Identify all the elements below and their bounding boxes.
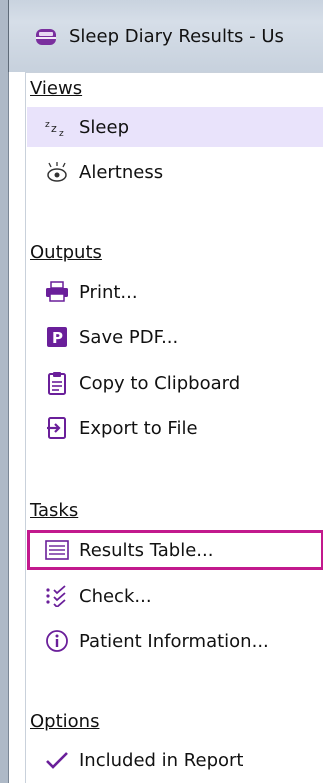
clipboard-icon: [45, 371, 69, 395]
check-list-icon: [45, 584, 69, 608]
output-item-print[interactable]: Print...: [27, 272, 323, 312]
output-item-label: Export to File: [79, 417, 198, 439]
svg-text:P: P: [52, 329, 63, 347]
printer-icon: [45, 280, 69, 304]
table-icon: [45, 538, 69, 562]
options-heading: Options: [30, 711, 100, 732]
task-item-label: Patient Information...: [79, 630, 269, 652]
output-item-copy-clipboard[interactable]: Copy to Clipboard: [27, 363, 323, 403]
view-item-alertness[interactable]: Alertness: [27, 152, 323, 192]
export-icon: [45, 416, 69, 440]
eye-alert-icon: [45, 160, 69, 184]
view-item-label: Sleep: [79, 116, 130, 138]
output-item-save-pdf[interactable]: P Save PDF...: [27, 317, 323, 357]
svg-text:z: z: [59, 129, 64, 137]
option-item-included-report[interactable]: Included in Report: [27, 740, 323, 780]
output-item-label: Save PDF...: [79, 326, 179, 348]
task-item-label: Results Table...: [79, 539, 214, 561]
view-item-sleep[interactable]: z z z Sleep: [27, 107, 323, 147]
task-item-check[interactable]: Check...: [27, 576, 323, 616]
task-item-results-table[interactable]: Results Table...: [27, 530, 323, 570]
task-item-patient-info[interactable]: Patient Information...: [27, 621, 323, 661]
title-bar[interactable]: Sleep Diary Results - Us: [8, 0, 323, 72]
info-icon: [45, 629, 69, 653]
output-item-label: Print...: [79, 281, 138, 303]
pdf-icon: P: [45, 325, 69, 349]
output-item-label: Copy to Clipboard: [79, 372, 241, 394]
outputs-heading: Outputs: [30, 242, 102, 263]
views-heading: Views: [30, 78, 83, 99]
output-item-export-file[interactable]: Export to File: [27, 408, 323, 448]
sleep-zzz-icon: z z z: [45, 115, 69, 139]
checkmark-icon: [45, 748, 69, 772]
task-item-label: Check...: [79, 585, 152, 607]
app-icon: [35, 26, 57, 48]
svg-text:z: z: [45, 120, 50, 130]
view-item-label: Alertness: [79, 161, 164, 183]
option-item-label: Included in Report: [79, 749, 244, 771]
window-title: Sleep Diary Results - Us: [69, 26, 284, 47]
task-panel: Views z z z Sleep Alertness Outputs Prin…: [8, 72, 323, 783]
tasks-heading: Tasks: [30, 500, 79, 521]
svg-text:z: z: [51, 122, 57, 135]
